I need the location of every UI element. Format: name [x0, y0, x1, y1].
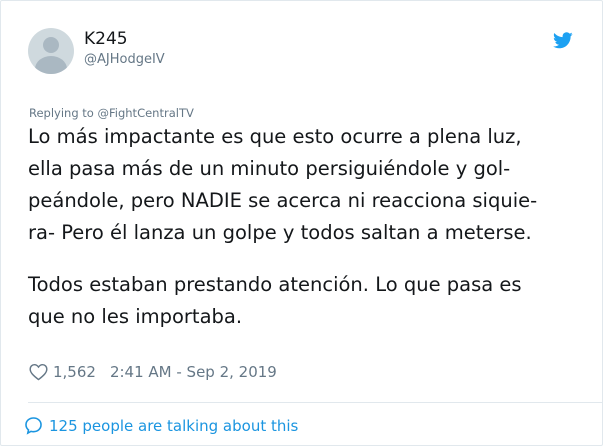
tweet-card: K245 @AJHodgeIV Replying to @FightCentra…	[0, 0, 603, 446]
tweet-line: que no les importaba.	[28, 305, 243, 328]
avatar-head-shape	[43, 37, 59, 53]
talking-about-text[interactable]: 125 people are talking about this	[49, 417, 298, 435]
replying-to-prefix: Replying to	[29, 106, 94, 120]
avatar-shoulders-shape	[35, 56, 67, 74]
divider	[28, 402, 602, 403]
avatar[interactable]	[28, 28, 74, 74]
replying-to-link[interactable]: @FightCentralTV	[98, 106, 194, 120]
speech-bubble-icon	[25, 417, 42, 435]
heart-icon[interactable]	[29, 363, 48, 381]
tweet-line: ella pasa más de un minuto persiguiéndol…	[28, 157, 511, 180]
tweet-timestamp[interactable]: 2:41 AM - Sep 2, 2019	[110, 363, 277, 381]
tweet-meta: 1,562 2:41 AM - Sep 2, 2019	[29, 363, 277, 381]
tweet-line: ra- Pero él lanza un golpe y todos salta…	[28, 221, 532, 244]
talking-about-link[interactable]: 125 people are talking about this	[24, 416, 298, 435]
user-display-name[interactable]: K245	[84, 29, 128, 49]
tweet-line: peándole, pero NADIE se acerca ni reacci…	[28, 189, 538, 212]
twitter-bird-icon[interactable]	[553, 32, 573, 49]
tweet-text: Lo más impactante es que esto ocurre a p…	[28, 121, 588, 333]
like-count[interactable]: 1,562	[53, 363, 96, 381]
tweet-line: Lo más impactante es que esto ocurre a p…	[28, 125, 522, 148]
replying-to-line: Replying to @FightCentralTV	[29, 106, 194, 120]
tweet-line: Todos estaban prestando atención. Lo que…	[28, 273, 522, 296]
user-handle[interactable]: @AJHodgeIV	[84, 52, 165, 67]
